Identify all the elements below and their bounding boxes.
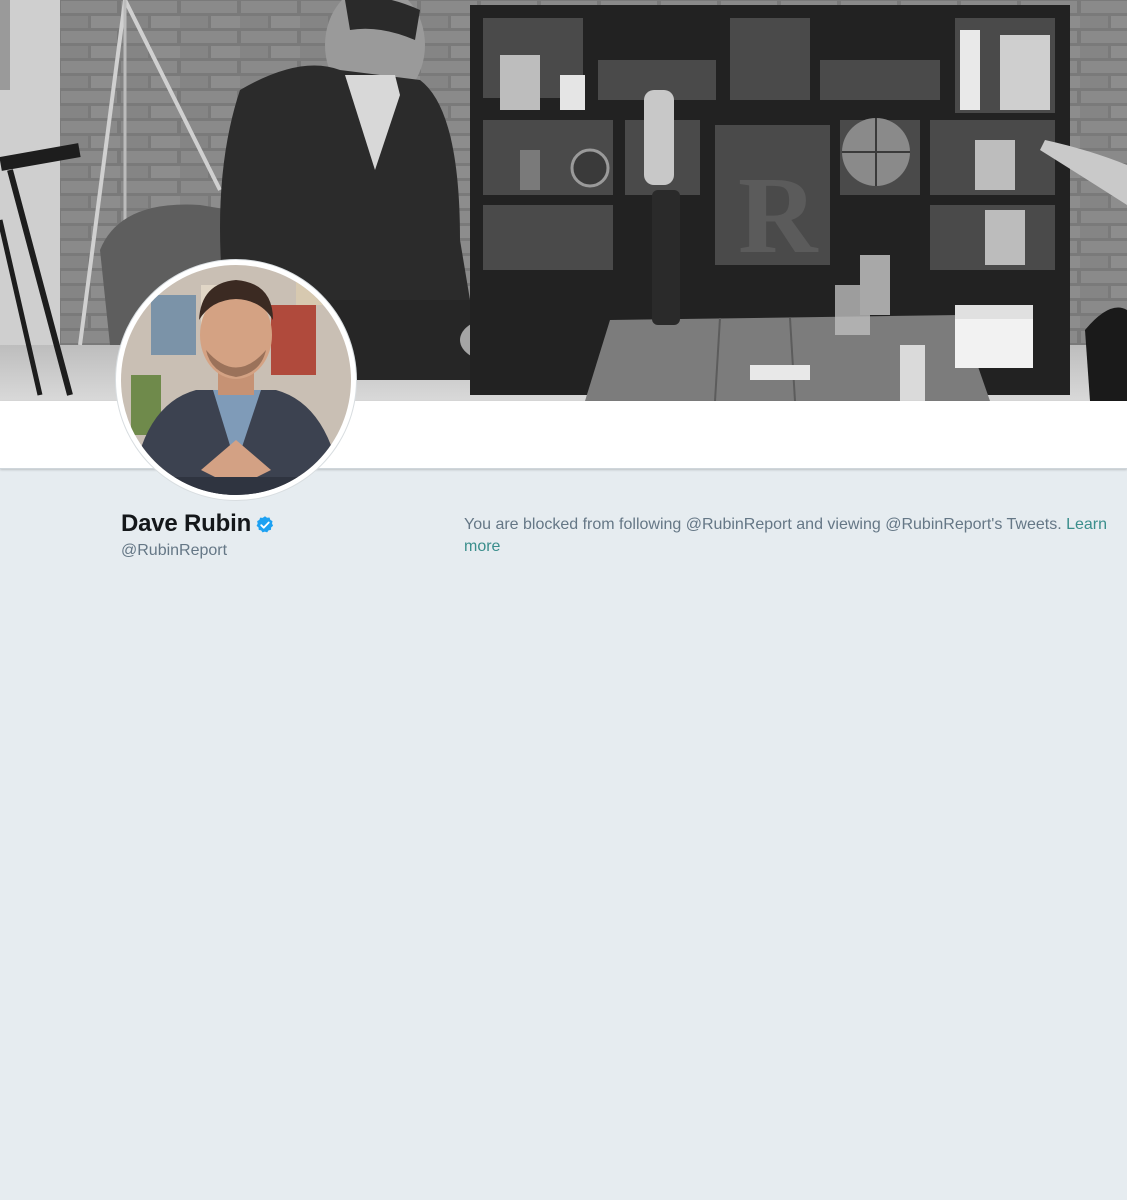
verified-badge-icon	[255, 515, 275, 535]
profile-display-name[interactable]: Dave Rubin	[121, 510, 251, 538]
profile-name-row: Dave Rubin	[121, 510, 275, 538]
blocked-notice: You are blocked from following @RubinRep…	[464, 514, 1114, 558]
profile-handle[interactable]: @RubinReport	[121, 542, 227, 560]
profile-page: R Dave Rubin @RubinReport You are blocke…	[0, 0, 1127, 1200]
profile-avatar[interactable]	[116, 260, 356, 500]
blocked-notice-text: You are blocked from following @RubinRep…	[464, 516, 1067, 533]
svg-text:R: R	[738, 154, 819, 276]
